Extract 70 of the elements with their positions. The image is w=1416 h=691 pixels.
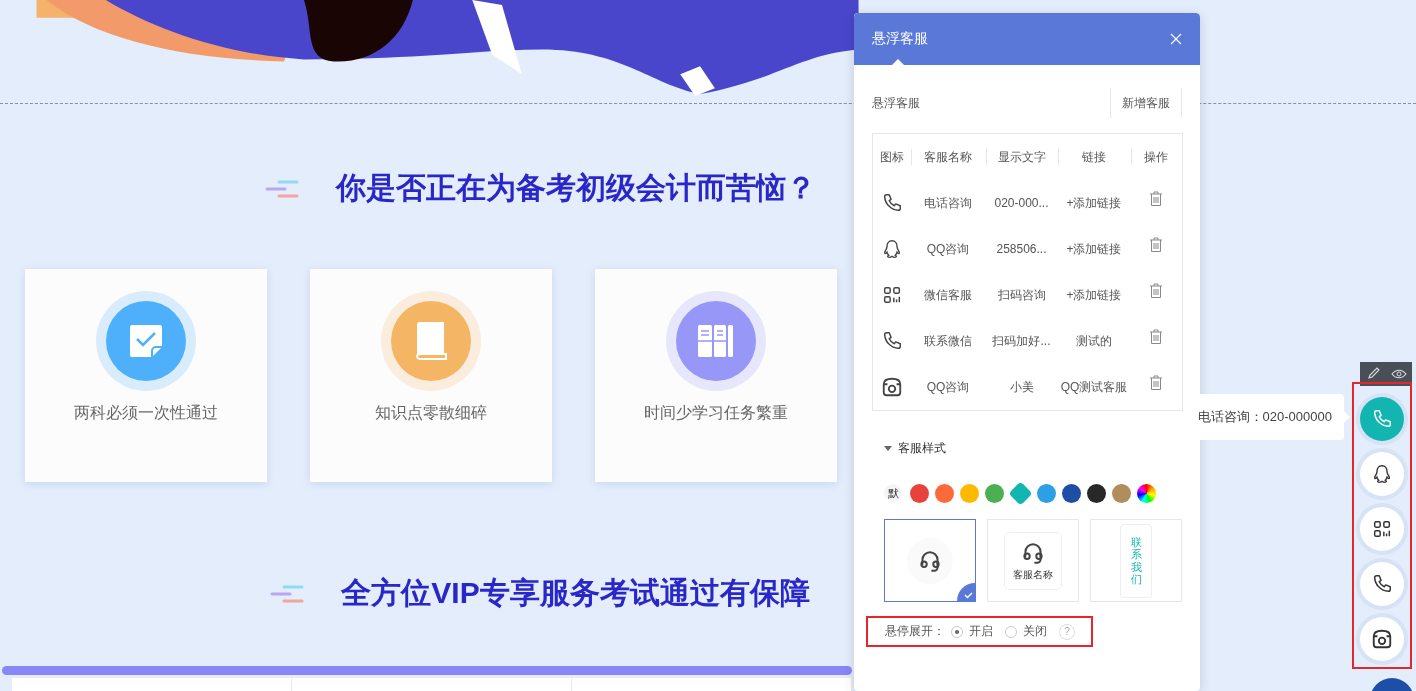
delete-icon[interactable] — [1149, 375, 1164, 391]
close-icon[interactable] — [1170, 33, 1182, 45]
add-service-button[interactable]: 新增客服 — [1110, 88, 1182, 118]
preview-label: 联系我们 — [1130, 536, 1142, 585]
delete-icon[interactable] — [1149, 329, 1164, 345]
card-label: 知识点零散细碎 — [375, 403, 487, 423]
table-cell-text: 020-000... — [993, 195, 1050, 212]
rotary-phone-icon — [1371, 628, 1393, 650]
selected-check-icon — [957, 583, 975, 601]
panel-title: 悬浮客服 — [872, 30, 928, 48]
grid-icon — [1371, 518, 1393, 540]
tooltip-pointer — [1344, 411, 1350, 423]
column-header: 链接 — [1057, 133, 1131, 180]
table-cell-text: 扫码加好... — [991, 332, 1052, 350]
style-option-card[interactable]: 客服名称 — [987, 519, 1079, 602]
color-swatch[interactable] — [935, 483, 954, 503]
column-header: 显示文字 — [985, 133, 1058, 180]
color-swatch[interactable] — [1112, 483, 1131, 503]
column-header: 客服名称 — [910, 133, 986, 180]
hover-expand-label: 悬停展开： — [885, 623, 945, 640]
checked-note-icon — [128, 323, 164, 359]
table-cell-text: 扫码咨询 — [996, 286, 1047, 304]
color-swatch[interactable] — [1087, 483, 1106, 503]
table-cell-text: 微信客服 — [923, 286, 973, 304]
phone-icon — [1371, 408, 1393, 430]
rotary-phone-icon — [880, 376, 903, 398]
column-header: 图标 — [872, 133, 911, 180]
contact-button[interactable] — [1360, 507, 1404, 551]
table-cell-text: 258506... — [995, 241, 1048, 258]
card-label: 两科必须一次性通过 — [74, 403, 218, 423]
contact-button[interactable] — [1360, 562, 1404, 606]
tooltip: 电话咨询：020-000000 — [1195, 394, 1344, 440]
radio-label[interactable]: 开启 — [969, 623, 993, 640]
default-color-option[interactable]: 默 — [884, 484, 902, 502]
color-swatch[interactable] — [960, 483, 979, 503]
pointer-notch — [892, 59, 904, 65]
color-wheel[interactable] — [1137, 483, 1156, 503]
link-cell[interactable]: +添加链接 — [1057, 272, 1131, 318]
delete-icon[interactable] — [1149, 283, 1164, 299]
section-label: 悬浮客服 — [872, 94, 920, 112]
table-cell-text: QQ咨询 — [925, 240, 971, 258]
style-section-label: 客服样式 — [898, 439, 946, 457]
link-cell[interactable]: QQ测试客服 — [1057, 364, 1131, 411]
lines-icon — [264, 178, 301, 199]
link-cell[interactable]: 测试的 — [1057, 318, 1131, 364]
book-icon — [413, 321, 449, 361]
table-cell-text: 联系微信 — [923, 332, 973, 350]
color-swatch[interactable] — [985, 483, 1004, 503]
color-swatch[interactable] — [1062, 483, 1081, 503]
contact-button[interactable] — [1360, 452, 1404, 496]
delete-icon[interactable] — [1149, 237, 1164, 253]
section-heading: 全方位VIP专享服务考试通过有保障 — [341, 575, 810, 611]
color-swatch[interactable] — [1037, 483, 1056, 503]
caret-icon[interactable] — [884, 444, 892, 452]
section-heading: 你是否正在为备考初级会计而苦恼？ — [335, 170, 816, 206]
penguin-icon — [1371, 463, 1393, 485]
link-cell[interactable]: +添加链接 — [1057, 180, 1131, 226]
color-swatch[interactable] — [910, 483, 929, 503]
radio-label[interactable]: 关闭 — [1023, 623, 1047, 640]
table-cell-text: 电话咨询 — [923, 194, 973, 212]
style-option-card[interactable] — [884, 519, 976, 602]
delete-icon[interactable] — [1149, 191, 1164, 207]
link-cell[interactable]: +添加链接 — [1057, 226, 1131, 272]
card-label: 时间少学习任务繁重 — [644, 403, 788, 423]
table-cell: QQ咨询 — [910, 364, 986, 411]
preview-label: 客服名称 — [1013, 567, 1053, 582]
table-cell: 小美 — [985, 364, 1058, 411]
phone-icon — [1371, 573, 1393, 595]
column-header: 操作 — [1130, 133, 1183, 180]
contact-button[interactable] — [1360, 617, 1404, 661]
